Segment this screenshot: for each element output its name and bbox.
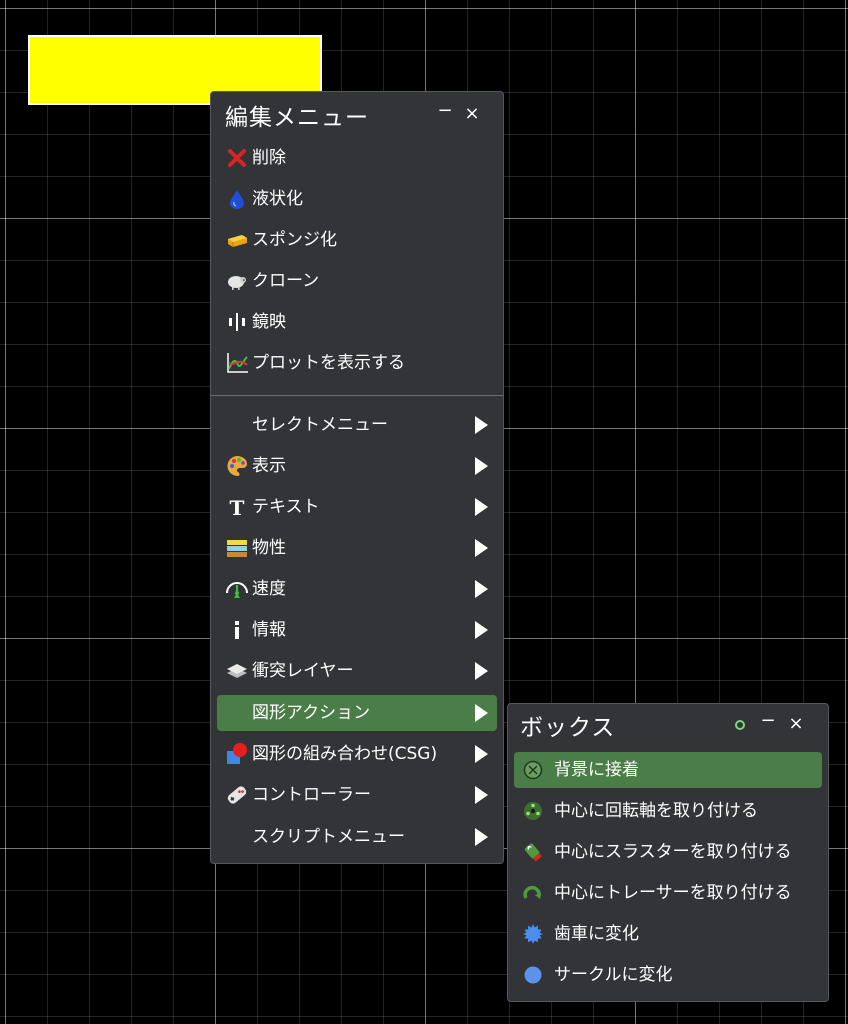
- speedometer-icon: [226, 582, 248, 598]
- menu-item-liquify[interactable]: 液状化: [217, 181, 497, 217]
- submenu-velocity[interactable]: 速度: [217, 571, 497, 607]
- menu-item-label: 液状化: [252, 189, 303, 209]
- box-item-attach-axle[interactable]: 中心に回転軸を取り付ける: [514, 793, 822, 829]
- submenu-arrow-icon: [475, 621, 488, 639]
- box-menu-title: ボックス: [520, 715, 616, 741]
- menu-item-label: セレクトメニュー: [252, 415, 388, 435]
- edit-menu-window: 編集メニュー − × 削除 液状化 スポンジ化 クローン 鏡映 プロットを表示す…: [210, 91, 504, 864]
- plot-icon: [227, 353, 248, 373]
- menu-item-sponge[interactable]: スポンジ化: [217, 222, 497, 258]
- menu-item-label: サークルに変化: [554, 965, 673, 985]
- submenu-arrow-icon: [475, 662, 488, 680]
- gamepad-icon: [227, 786, 247, 804]
- pin-icon[interactable]: [734, 719, 746, 731]
- menu-item-label: 削除: [252, 148, 286, 168]
- submenu-appearance[interactable]: 表示: [217, 448, 497, 484]
- submenu-arrow-icon: [475, 828, 488, 846]
- minimize-button[interactable]: −: [436, 102, 454, 120]
- menu-item-label: 物性: [252, 538, 286, 558]
- menu-item-label: 背景に接着: [554, 760, 639, 780]
- delete-x-icon: [228, 149, 246, 167]
- mirror-icon: [229, 313, 245, 331]
- svg-text:T: T: [230, 496, 245, 519]
- layers-icon: [227, 664, 247, 678]
- circle-icon: [524, 966, 542, 984]
- box-item-attach-tracer[interactable]: 中心にトレーサーを取り付ける: [514, 875, 822, 911]
- menu-item-label: 情報: [252, 620, 286, 640]
- menu-item-label: 中心にトレーサーを取り付ける: [554, 883, 792, 903]
- tracer-icon: [523, 885, 541, 899]
- menu-item-show-plot[interactable]: プロットを表示する: [217, 345, 497, 381]
- menu-item-label: 速度: [252, 579, 286, 599]
- box-menu-window: ボックス − × 背景に接着 中心に回転軸を取り付ける 中心にスラスターを取り付…: [507, 703, 829, 1002]
- submenu-script-menu[interactable]: スクリプトメニュー: [217, 819, 497, 855]
- menu-item-label: 図形アクション: [252, 703, 371, 723]
- submenu-arrow-icon: [475, 745, 488, 763]
- glue-icon: [523, 760, 543, 780]
- submenu-arrow-icon: [475, 786, 488, 804]
- menu-item-clone[interactable]: クローン: [217, 263, 497, 299]
- submenu-arrow-icon: [475, 498, 488, 516]
- menu-item-label: 中心に回転軸を取り付ける: [554, 801, 758, 821]
- submenu-shape-actions[interactable]: 図形アクション: [217, 695, 497, 731]
- menu-item-label: クローン: [252, 271, 320, 291]
- submenu-arrow-icon: [475, 580, 488, 598]
- menu-item-label: 図形の組み合わせ(CSG): [252, 744, 438, 764]
- minimize-button[interactable]: −: [759, 712, 777, 730]
- axle-icon: [524, 802, 542, 820]
- submenu-select-menu[interactable]: セレクトメニュー: [217, 407, 497, 443]
- submenu-arrow-icon: [475, 416, 488, 434]
- menu-item-label: スクリプトメニュー: [252, 827, 405, 847]
- submenu-text[interactable]: T テキスト: [217, 489, 497, 525]
- menu-item-label: 中心にスラスターを取り付ける: [554, 842, 792, 862]
- menu-item-label: プロットを表示する: [252, 353, 405, 373]
- edit-menu-title: 編集メニュー: [225, 105, 369, 131]
- text-t-icon: T: [230, 496, 245, 519]
- box-item-convert-to-gear[interactable]: 歯車に変化: [514, 916, 822, 952]
- material-layers-icon: [227, 540, 247, 557]
- info-icon: [235, 621, 239, 639]
- menu-item-label: コントローラー: [252, 785, 371, 805]
- menu-item-label: テキスト: [252, 497, 320, 517]
- menu-item-delete[interactable]: 削除: [217, 140, 497, 176]
- csg-icon: [227, 743, 247, 764]
- menu-item-mirror[interactable]: 鏡映: [217, 304, 497, 340]
- menu-item-label: 歯車に変化: [554, 924, 639, 944]
- box-item-convert-to-circle[interactable]: サークルに変化: [514, 957, 822, 993]
- menu-item-label: スポンジ化: [252, 230, 337, 250]
- submenu-collision-layers[interactable]: 衝突レイヤー: [217, 653, 497, 689]
- menu-item-label: 表示: [252, 456, 286, 476]
- palette-icon: [227, 456, 247, 477]
- close-button[interactable]: ×: [463, 105, 481, 123]
- sponge-icon: [228, 235, 247, 247]
- water-drop-icon: [230, 190, 244, 209]
- submenu-material[interactable]: 物性: [217, 530, 497, 566]
- submenu-arrow-icon: [475, 539, 488, 557]
- submenu-arrow-icon: [475, 704, 488, 722]
- sheep-icon: [228, 276, 246, 290]
- thruster-icon: [524, 843, 542, 862]
- submenu-info[interactable]: 情報: [217, 612, 497, 648]
- gear-icon: [523, 924, 543, 944]
- menu-item-label: 鏡映: [252, 312, 286, 332]
- submenu-csg[interactable]: 図形の組み合わせ(CSG): [217, 736, 497, 772]
- close-button[interactable]: ×: [787, 715, 805, 733]
- submenu-arrow-icon: [475, 457, 488, 475]
- box-item-attach-thruster[interactable]: 中心にスラスターを取り付ける: [514, 834, 822, 870]
- menu-separator: [211, 395, 503, 396]
- box-item-glue-to-background[interactable]: 背景に接着: [514, 752, 822, 788]
- menu-item-label: 衝突レイヤー: [252, 661, 354, 681]
- submenu-controllers[interactable]: コントローラー: [217, 777, 497, 813]
